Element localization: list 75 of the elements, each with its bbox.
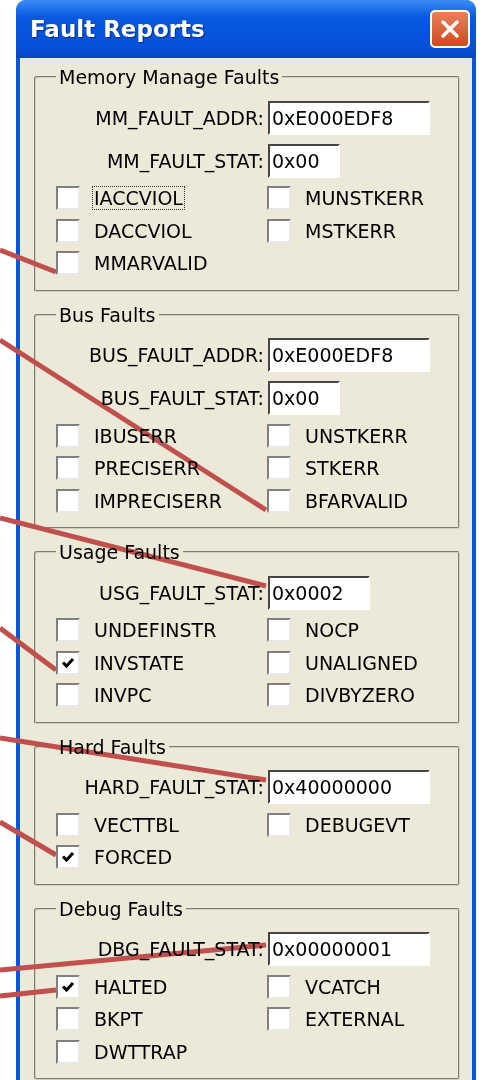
checkbox-option[interactable]: UNDEFINSTR <box>56 614 267 647</box>
checkbox-option[interactable]: MUNSTKERR <box>267 182 447 215</box>
checkbox-option[interactable]: BFARVALID <box>267 484 447 517</box>
close-button[interactable] <box>430 10 470 48</box>
check-icon <box>61 655 75 670</box>
field-label: BUS_FAULT_ADDR: <box>88 344 264 366</box>
field-label: MM_FAULT_ADDR: <box>94 106 264 129</box>
checkbox[interactable] <box>56 218 80 243</box>
checkbox[interactable] <box>267 1007 291 1032</box>
checkbox[interactable] <box>56 812 80 837</box>
checkbox-option[interactable]: VCATCH <box>267 970 447 1003</box>
checkbox-option[interactable]: MMARVALID <box>56 247 267 280</box>
checkbox-option[interactable]: UNALIGNED <box>267 646 447 679</box>
checkbox-option[interactable]: FORCED <box>56 841 267 874</box>
checkbox-option[interactable]: UNSTKERR <box>267 419 447 452</box>
checkbox[interactable] <box>267 974 291 999</box>
field-label: HARD_FAULT_STAT: <box>83 776 264 798</box>
checkbox[interactable] <box>56 423 80 448</box>
input-field[interactable]: 0x00 <box>268 381 340 415</box>
checkbox[interactable] <box>267 683 291 708</box>
checkbox-option[interactable]: VECTTBL <box>56 808 267 841</box>
checkbox-option[interactable]: DACCVIOL <box>56 214 267 247</box>
field-label: BUS_FAULT_STAT: <box>99 387 264 409</box>
checkbox-option[interactable]: STKERR <box>267 452 447 485</box>
leader-line <box>0 819 58 858</box>
checkbox[interactable] <box>267 218 291 243</box>
checkbox[interactable] <box>56 1007 80 1032</box>
check-icon <box>61 850 75 865</box>
checkbox-option[interactable]: NOCP <box>267 614 447 647</box>
checkbox[interactable] <box>267 618 291 643</box>
checkbox-option[interactable]: IACCVIOL <box>56 182 267 215</box>
checkbox-option[interactable]: PRECISERR <box>56 452 267 485</box>
checkbox[interactable] <box>267 423 291 448</box>
group-title: Bus Faults <box>58 303 157 326</box>
checkbox[interactable] <box>56 974 80 999</box>
checkbox[interactable] <box>267 456 291 481</box>
checkbox[interactable] <box>56 456 80 481</box>
input-field[interactable]: 0x0002 <box>268 575 370 610</box>
checkbox-option[interactable]: DIVBYZERO <box>267 679 447 712</box>
leader-line <box>0 987 57 999</box>
check-icon <box>61 979 75 994</box>
checkbox[interactable] <box>56 186 80 211</box>
leader-line <box>0 626 58 672</box>
checkbox[interactable] <box>56 1039 80 1064</box>
close-icon <box>439 18 461 40</box>
input-field[interactable]: 0x00 <box>268 143 340 178</box>
window-title: Fault Reports <box>30 16 205 42</box>
checkbox[interactable] <box>56 650 80 675</box>
leader-line <box>0 247 57 275</box>
input-field[interactable]: 0xE000EDF8 <box>268 100 430 135</box>
checkbox-option[interactable]: INVSTATE <box>56 646 267 679</box>
checkbox[interactable] <box>267 186 291 211</box>
checkbox[interactable] <box>56 845 80 870</box>
checkbox-option[interactable]: EXTERNAL <box>267 1003 447 1036</box>
input-field[interactable]: 0xE000EDF8 <box>268 338 430 372</box>
checkbox[interactable] <box>56 251 80 276</box>
checkbox-option[interactable]: HALTED <box>56 970 267 1003</box>
field-label: USG_FAULT_STAT: <box>98 581 264 604</box>
checkbox[interactable] <box>56 488 80 513</box>
checkbox-option[interactable]: DWTTRAP <box>56 1035 267 1068</box>
checkbox[interactable] <box>267 488 291 513</box>
checkbox-option[interactable]: MSTKERR <box>267 214 447 247</box>
checkbox-option[interactable]: BKPT <box>56 1003 267 1036</box>
checkbox-option[interactable]: INVPC <box>56 679 267 712</box>
checkbox[interactable] <box>267 650 291 675</box>
checkbox[interactable] <box>56 618 80 643</box>
checkbox[interactable] <box>56 683 80 708</box>
field-label: MM_FAULT_STAT: <box>105 149 264 172</box>
input-field[interactable]: 0x40000000 <box>268 770 430 804</box>
input-field[interactable]: 0x00000001 <box>268 932 430 966</box>
checkbox[interactable] <box>267 812 291 837</box>
checkbox-option[interactable]: IMPRECISERR <box>56 484 267 517</box>
checkbox-option[interactable]: DEBUGEVT <box>267 808 447 841</box>
group-title: Debug Faults <box>58 897 185 920</box>
group-title: Memory Manage Faults <box>58 66 281 88</box>
